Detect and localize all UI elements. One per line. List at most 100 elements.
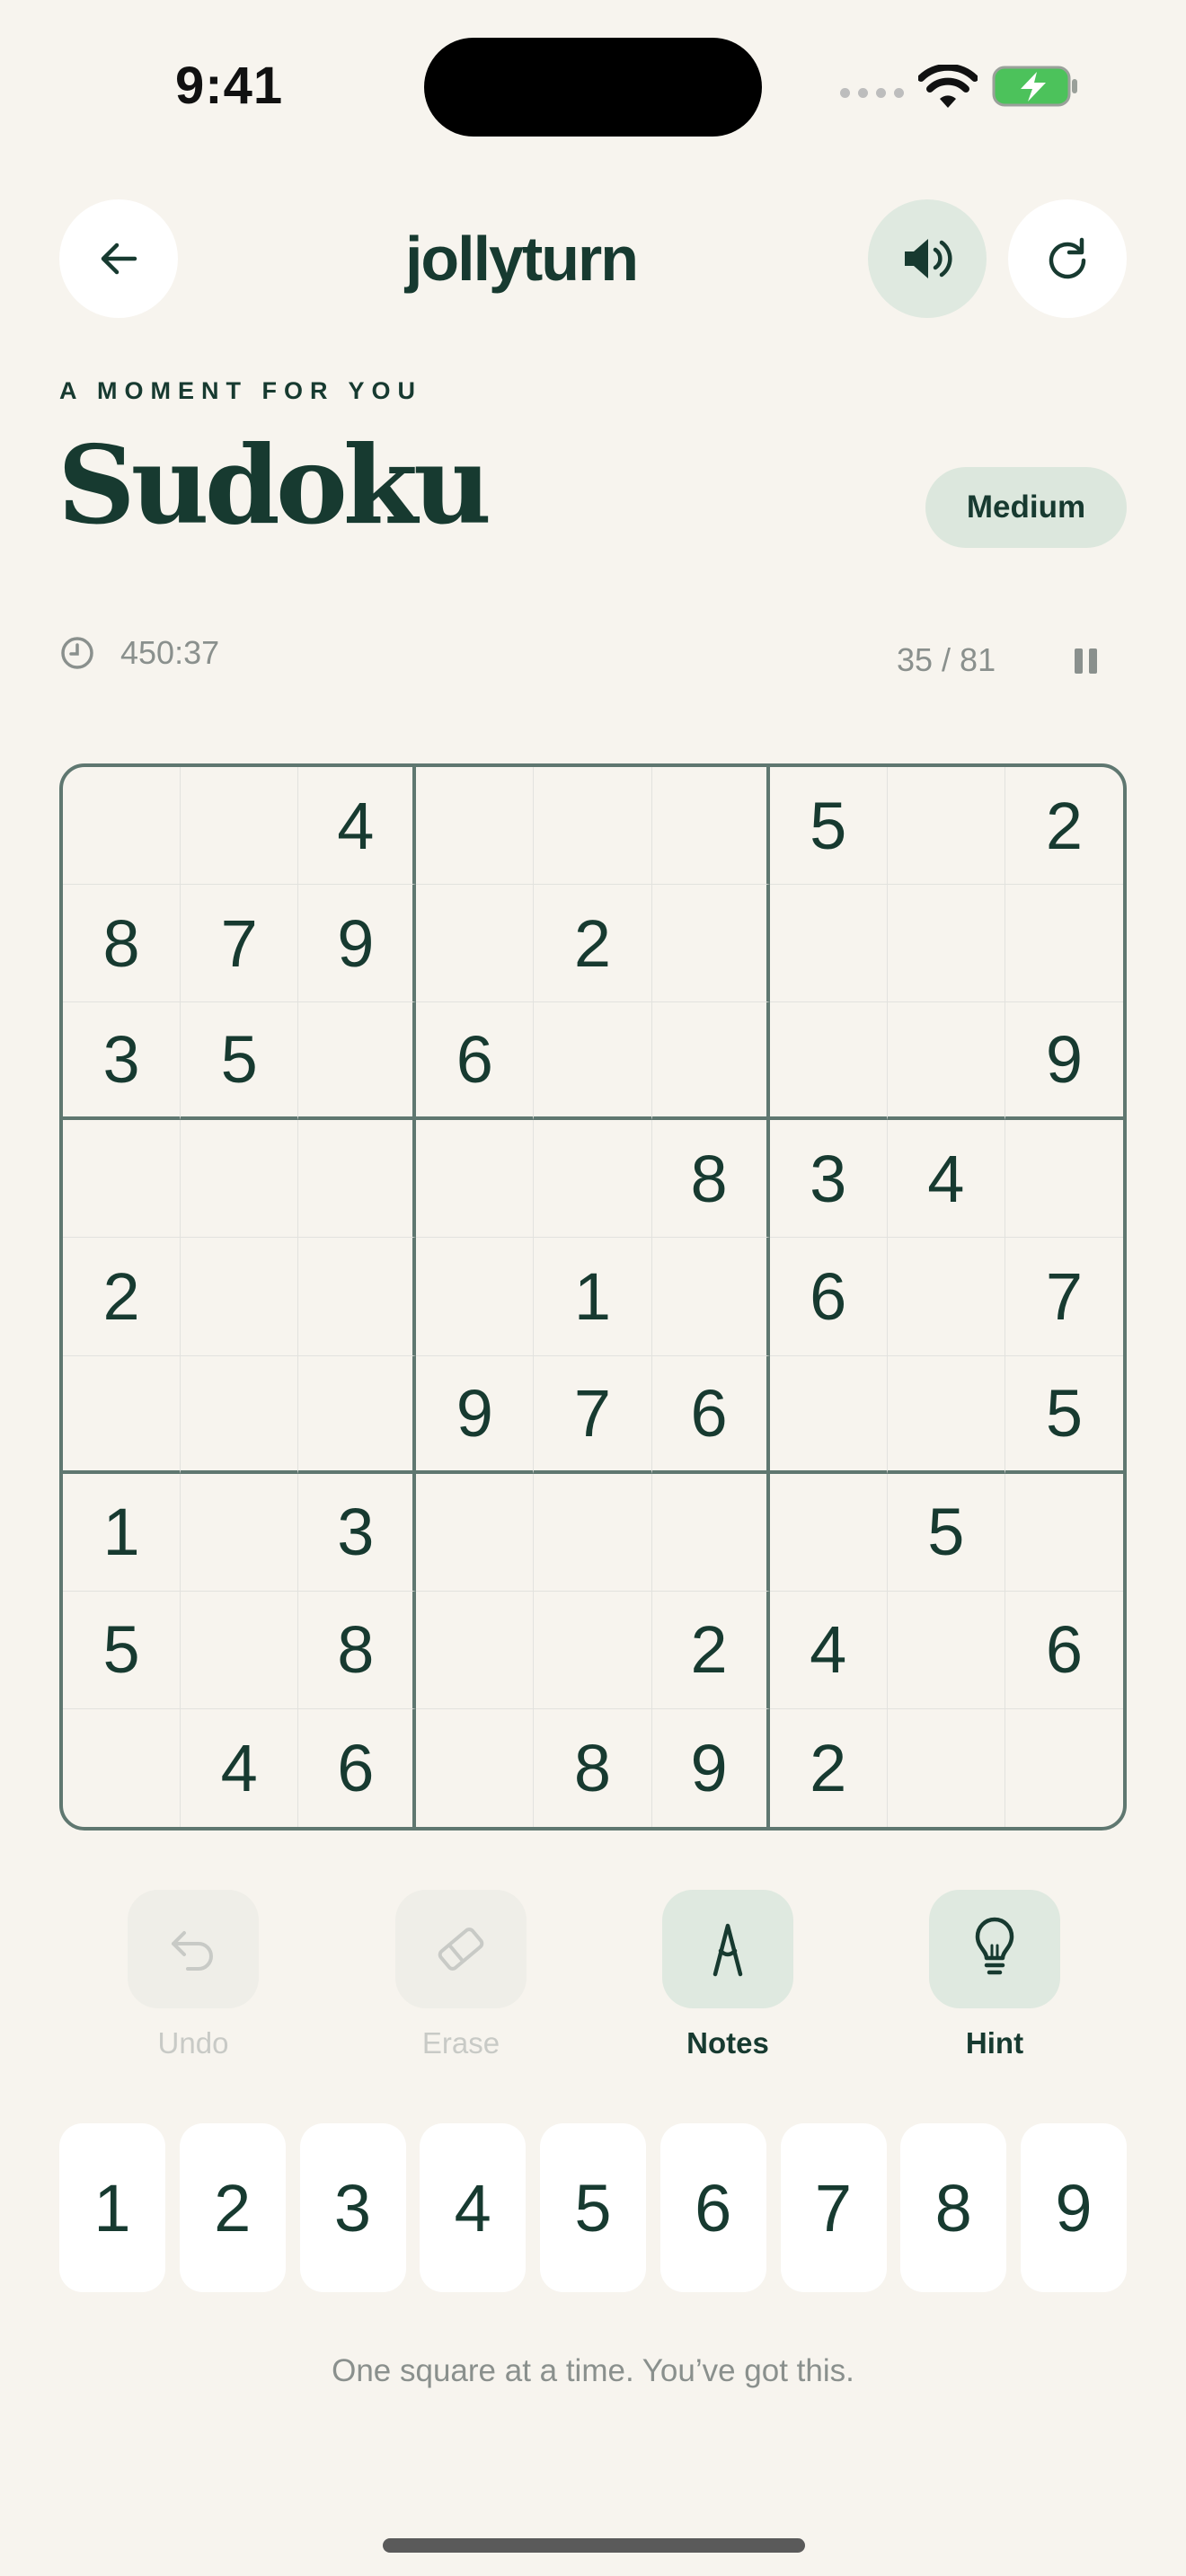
sudoku-cell[interactable] [63,1120,181,1239]
sudoku-cell[interactable]: 4 [769,1591,888,1709]
sudoku-cell[interactable] [534,1591,652,1709]
pause-button[interactable] [1068,643,1104,679]
sudoku-cell[interactable] [887,1355,1005,1474]
sudoku-cell[interactable]: 2 [651,1591,770,1709]
sudoku-cell[interactable] [63,1355,181,1474]
sudoku-cell[interactable] [416,767,535,886]
sudoku-cell[interactable] [651,885,770,1003]
sudoku-cell[interactable]: 5 [63,1591,181,1709]
sudoku-cell[interactable]: 4 [298,767,417,886]
home-indicator[interactable] [383,2538,805,2553]
sudoku-cell[interactable]: 4 [181,1708,299,1827]
sudoku-cell[interactable]: 4 [887,1120,1005,1239]
sudoku-cell[interactable] [534,1120,652,1239]
sudoku-cell[interactable] [416,1473,535,1592]
sudoku-cell[interactable] [769,885,888,1003]
sudoku-cell[interactable] [63,1708,181,1827]
sudoku-cell[interactable] [651,767,770,886]
sudoku-cell[interactable] [298,1120,417,1239]
sudoku-cell[interactable] [1005,1474,1123,1592]
sudoku-cell[interactable]: 2 [1005,767,1123,886]
sudoku-cell[interactable]: 6 [769,1238,888,1356]
sudoku-cell[interactable] [887,767,1005,886]
sudoku-cell[interactable] [534,1473,652,1592]
number-key-6[interactable]: 6 [659,2123,766,2292]
number-key-8[interactable]: 8 [900,2123,1007,2292]
sudoku-cell[interactable]: 1 [534,1238,652,1356]
number-key-4[interactable]: 4 [420,2123,527,2292]
sudoku-cell[interactable]: 3 [769,1120,888,1239]
sudoku-cell[interactable] [887,885,1005,1003]
sudoku-cell[interactable] [181,1473,299,1592]
sudoku-cell[interactable]: 2 [534,885,652,1003]
sudoku-cell[interactable] [416,1591,535,1709]
sudoku-cell[interactable] [1005,1709,1123,1827]
sudoku-cell[interactable]: 7 [1005,1238,1123,1356]
sudoku-cell[interactable] [298,1238,417,1356]
sudoku-cell[interactable] [416,1708,535,1827]
sudoku-cell[interactable] [416,1120,535,1239]
number-key-2[interactable]: 2 [179,2123,286,2292]
number-key-7[interactable]: 7 [780,2123,887,2292]
sudoku-cell[interactable] [63,767,181,886]
notes-button[interactable]: Notes [662,1890,793,2060]
sudoku-cell[interactable] [1005,885,1123,1003]
sudoku-cell[interactable] [181,1591,299,1709]
sudoku-cell[interactable]: 2 [63,1238,181,1356]
sudoku-cell[interactable] [416,1238,535,1356]
sudoku-cell[interactable]: 6 [651,1355,770,1474]
number-key-3[interactable]: 3 [299,2123,406,2292]
sudoku-cell[interactable]: 9 [652,1708,770,1827]
erase-label: Erase [421,2026,500,2060]
sudoku-cell[interactable]: 8 [651,1120,770,1239]
sudoku-cell[interactable]: 2 [770,1708,888,1827]
number-key-5[interactable]: 5 [540,2123,646,2292]
sudoku-cell[interactable]: 9 [298,885,417,1003]
sudoku-cell[interactable]: 8 [534,1708,652,1827]
erase-button[interactable]: Erase [395,1890,527,2060]
sudoku-cell[interactable] [298,1002,417,1121]
sudoku-cell[interactable] [1005,1120,1123,1239]
sudoku-cell[interactable]: 7 [534,1355,652,1474]
difficulty-badge[interactable]: Medium [925,467,1127,548]
sudoku-cell[interactable]: 9 [416,1355,535,1474]
sudoku-cell[interactable] [887,1002,1005,1121]
hint-button[interactable]: Hint [929,1890,1060,2060]
sudoku-cell[interactable]: 8 [298,1591,417,1709]
sound-toggle-button[interactable] [868,199,987,318]
sudoku-cell[interactable]: 8 [63,885,181,1003]
sudoku-cell[interactable]: 5 [1005,1356,1123,1474]
sudoku-cell[interactable] [769,1002,888,1121]
number-key-1[interactable]: 1 [59,2123,165,2292]
sudoku-cell[interactable] [888,1708,1005,1827]
sudoku-cell[interactable]: 3 [298,1473,417,1592]
sudoku-cell[interactable]: 5 [887,1473,1005,1592]
sudoku-cell[interactable]: 5 [181,1002,299,1121]
sudoku-cell[interactable]: 9 [1005,1002,1123,1121]
sudoku-cell[interactable] [534,1002,652,1121]
sudoku-cell[interactable] [298,1355,417,1474]
sudoku-cell[interactable] [651,1238,770,1356]
sudoku-cell[interactable]: 7 [181,885,299,1003]
restart-button[interactable] [1008,199,1127,318]
sudoku-cell[interactable] [651,1002,770,1121]
number-key-9[interactable]: 9 [1021,2123,1127,2292]
sudoku-cell[interactable]: 6 [1005,1592,1123,1709]
sudoku-cell[interactable] [887,1238,1005,1356]
sudoku-cell[interactable] [651,1473,770,1592]
sudoku-cell[interactable]: 5 [769,767,888,886]
sudoku-cell[interactable] [181,767,299,886]
sudoku-cell[interactable]: 3 [63,1002,181,1121]
sudoku-cell[interactable] [887,1591,1005,1709]
sudoku-cell[interactable]: 1 [63,1473,181,1592]
sudoku-cell[interactable] [181,1238,299,1356]
sudoku-cell[interactable] [181,1120,299,1239]
sudoku-cell[interactable]: 6 [298,1708,417,1827]
sudoku-cell[interactable] [181,1355,299,1474]
sudoku-cell[interactable]: 6 [416,1002,535,1121]
sudoku-cell[interactable] [534,767,652,886]
sudoku-cell[interactable] [769,1473,888,1592]
sudoku-cell[interactable] [416,885,535,1003]
sudoku-cell[interactable] [769,1355,888,1474]
undo-button[interactable]: Undo [128,1890,259,2060]
